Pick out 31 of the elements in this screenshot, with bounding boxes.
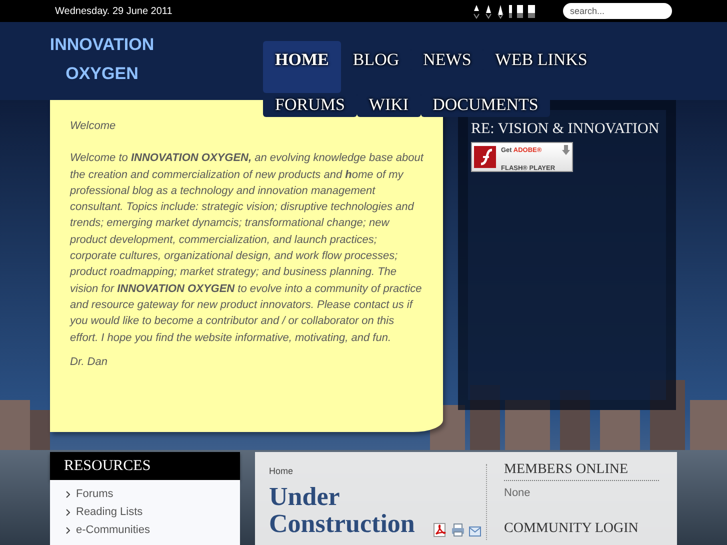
breadcrumb-link[interactable]: Home bbox=[269, 466, 486, 476]
members-text: None bbox=[504, 487, 532, 499]
signature: Dr. Dan bbox=[70, 354, 108, 370]
contrast-icon[interactable] bbox=[517, 3, 523, 19]
download-icon bbox=[562, 145, 570, 155]
resource-link[interactable]: Reading Lists bbox=[66, 505, 240, 519]
date-text: Wednesday. 29 June 2011 bbox=[55, 6, 172, 16]
article-title: Under Construction bbox=[269, 483, 416, 537]
chevron-icon bbox=[66, 508, 70, 516]
font-size-icon[interactable] bbox=[497, 3, 504, 19]
welcome-text: Welcome to INNOVATION OXYGEN, an evolving knowledge base about the creation and commercialization of new products and home of my professional blog as a technology and innovation management consultant. Topics include: strategic vision; disruptive technologies and trends; emerging market dynamcis; transformational change; new product development, commercialization, and launch practices; corporate cultures, organizational design, and work flow processes; product roadmapping; market strategy; and business planning. The vision for INNOVATION OXYGEN to evolve into a community of practice and resource gateway for new product innovators. Please contact us if you would like to become a contributor and / or collaborator on this effort. I hope you find the website informative, motivating, and fun. bbox=[70, 151, 425, 346]
contrast-icon[interactable] bbox=[528, 3, 535, 19]
welcome-heading: Welcome bbox=[70, 119, 117, 134]
nav-link[interactable]: HOME bbox=[263, 41, 341, 93]
resource-link[interactable]: e-Communities bbox=[66, 523, 240, 537]
font-size-icon[interactable] bbox=[485, 3, 492, 19]
panel-title: RE: VISION & INNOVATION bbox=[471, 121, 660, 138]
resources-heading: RESOURCES bbox=[50, 452, 240, 480]
email-icon[interactable] bbox=[469, 525, 481, 537]
section-heading: MEMBERS ONLINE bbox=[504, 462, 659, 481]
flash-logo-icon bbox=[474, 146, 496, 168]
font-size-icon[interactable] bbox=[473, 3, 480, 19]
section-heading: COMMUNITY LOGIN bbox=[504, 521, 640, 538]
chevron-icon bbox=[66, 526, 70, 534]
search-field[interactable]: search... bbox=[563, 3, 672, 19]
pdf-icon[interactable] bbox=[433, 523, 447, 537]
contrast-icon[interactable] bbox=[509, 3, 512, 19]
chevron-icon bbox=[66, 490, 70, 498]
print-icon[interactable] bbox=[451, 523, 465, 537]
site-title: INNOVATION OXYGEN bbox=[48, 34, 156, 85]
resource-link[interactable]: Forums bbox=[66, 487, 240, 501]
